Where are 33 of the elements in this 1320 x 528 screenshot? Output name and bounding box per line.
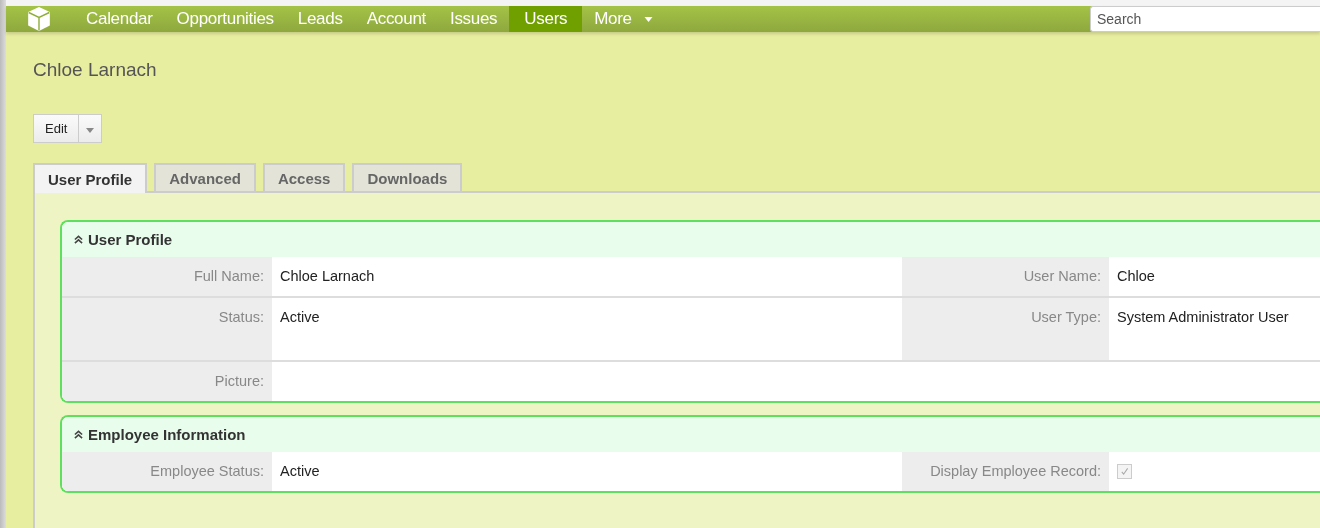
edit-button[interactable]: Edit: [33, 114, 80, 143]
tab[interactable]: User Profile: [33, 163, 148, 193]
nav-item[interactable]: Account: [354, 6, 438, 32]
nav-item[interactable]: Calendar: [74, 6, 165, 32]
tab[interactable]: Access: [262, 163, 346, 191]
caret-icon: [86, 128, 95, 133]
field-label: Employee Status:: [150, 463, 264, 479]
field-value: Active: [280, 309, 320, 325]
collapse-chevron-icon[interactable]: [74, 235, 83, 244]
nav-item[interactable]: Opportunities: [164, 6, 286, 32]
search-field[interactable]: Search: [1090, 6, 1320, 32]
nav-item[interactable]: Leads: [285, 6, 355, 32]
record-title: Chloe Larnach: [33, 59, 158, 81]
actions-dropdown-button[interactable]: [78, 114, 103, 143]
field-value: System Administrator User: [1117, 309, 1289, 325]
section-title: User Profile: [88, 231, 173, 248]
nav-item[interactable]: Issues: [437, 6, 510, 32]
field-label: User Type:: [1031, 309, 1101, 325]
field-label: Picture:: [214, 373, 264, 389]
field-label: Status:: [218, 309, 264, 325]
tab[interactable]: Downloads: [352, 163, 463, 191]
nav-item[interactable]: More: [582, 6, 665, 32]
tab[interactable]: Advanced: [154, 163, 256, 191]
field-label: Display Employee Record:: [930, 463, 1101, 479]
field-label: Full Name:: [193, 268, 264, 284]
nav-item[interactable]: Users: [509, 6, 583, 32]
field-label: User Name:: [1023, 268, 1101, 284]
field-value: Active: [280, 463, 320, 479]
cube-logo-icon[interactable]: [26, 6, 52, 32]
field-value: Chloe Larnach: [280, 268, 375, 284]
section-title: Employee Information: [88, 426, 246, 443]
collapse-chevron-icon[interactable]: [74, 430, 83, 439]
field-value: Chloe: [1117, 268, 1155, 284]
